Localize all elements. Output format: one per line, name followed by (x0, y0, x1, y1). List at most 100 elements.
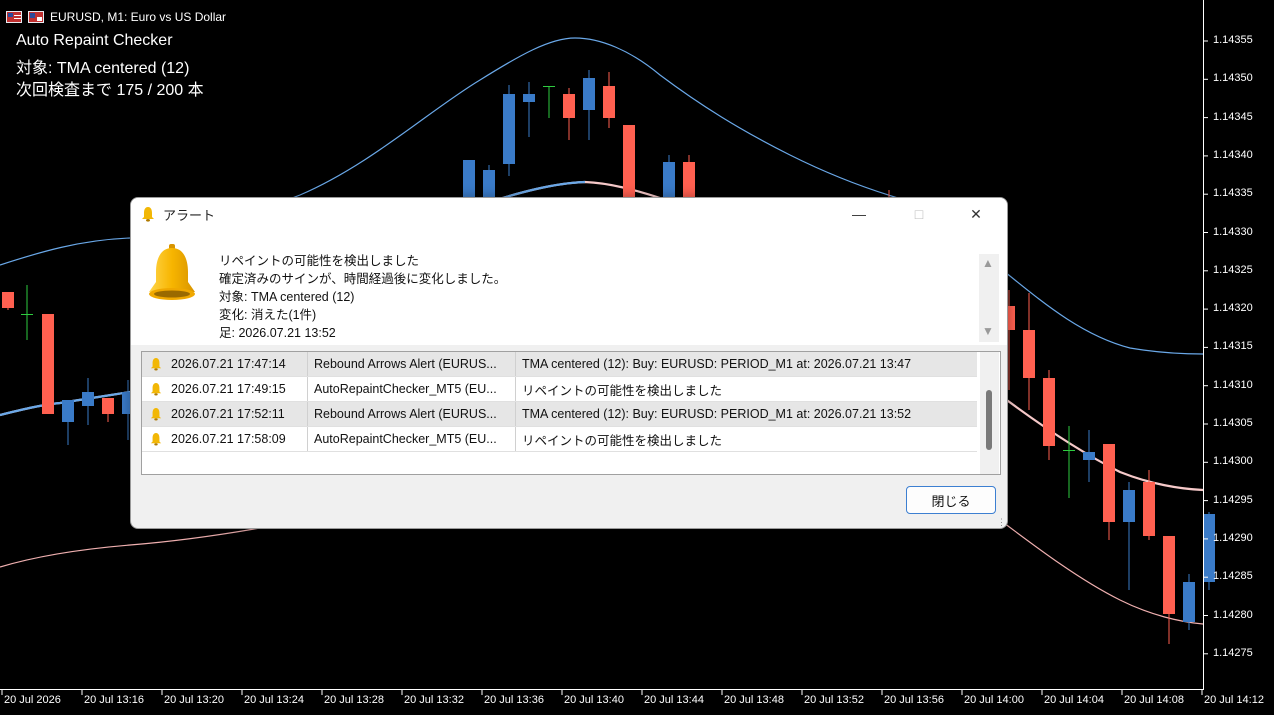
price-axis-label: 1.14345 (1213, 110, 1253, 123)
candle-body (1043, 378, 1055, 446)
alert-text: TMA centered (12): Buy: EURUSD: PERIOD_M… (522, 357, 912, 371)
alert-row[interactable]: 2026.07.21 17:58:09 AutoRepaintChecker_M… (142, 427, 977, 452)
alert-time: 2026.07.21 17:58:09 (171, 432, 286, 446)
bell-icon (150, 358, 162, 371)
alert-message-panel: リペイントの可能性を検出しました 確定済みのサインが、時間経過後に変化しました。… (131, 230, 1007, 345)
candle-body (1083, 452, 1095, 460)
scrollbar-thumb[interactable] (986, 390, 992, 450)
message-scrollbar[interactable]: ▲ ▼ (979, 254, 999, 342)
candle-body (603, 86, 615, 118)
candle-body (583, 78, 595, 110)
alert-list[interactable]: 2026.07.21 17:47:14 Rebound Arrows Alert… (141, 351, 1001, 475)
price-axis-label: 1.14330 (1213, 225, 1253, 238)
bell-icon (150, 433, 162, 446)
candle-body (1123, 490, 1135, 522)
candle-body (82, 392, 94, 406)
time-axis-label: 20 Jul 13:48 (724, 694, 784, 706)
price-axis-label: 1.14290 (1213, 531, 1253, 544)
candle-body (663, 162, 675, 200)
candle-body (21, 314, 33, 315)
resize-grip-icon[interactable]: ⋮ (997, 518, 1006, 527)
time-axis-label: 20 Jul 13:32 (404, 694, 464, 706)
time-axis-label: 20 Jul 13:28 (324, 694, 384, 706)
chart-window-title: EURUSD, M1: Euro vs US Dollar (6, 8, 226, 26)
candle-body (543, 86, 555, 87)
scroll-up-icon[interactable]: ▲ (982, 256, 994, 270)
minimize-button[interactable]: — (836, 198, 882, 230)
candle-body (1103, 444, 1115, 522)
symbol-title: EURUSD, M1: Euro vs US Dollar (50, 10, 227, 24)
alert-time: 2026.07.21 17:49:15 (171, 382, 286, 396)
alert-list-scrollbar[interactable] (980, 352, 999, 474)
time-axis-label: 20 Jul 14:12 (1204, 694, 1264, 706)
price-axis-label: 1.14340 (1213, 148, 1253, 161)
alert-time: 2026.07.21 17:52:11 (171, 407, 285, 421)
alert-source: AutoRepaintChecker_MT5 (EU... (308, 427, 516, 451)
message-line: 確定済みのサインが、時間経過後に変化しました。 (219, 272, 507, 286)
time-axis-label: 20 Jul 13:40 (564, 694, 624, 706)
time-axis-label: 20 Jul 13:24 (244, 694, 304, 706)
candle-body (1183, 582, 1195, 622)
time-axis-label: 20 Jul 13:20 (164, 694, 224, 706)
time-axis-label: 20 Jul 13:44 (644, 694, 704, 706)
candle-body (42, 314, 54, 414)
overlay-target: 対象: TMA centered (12) (16, 60, 190, 77)
price-axis-label: 1.14275 (1213, 646, 1253, 659)
overlay-title: Auto Repaint Checker (16, 32, 173, 49)
candle-body (623, 125, 635, 200)
candle-body (2, 292, 14, 308)
scroll-down-icon[interactable]: ▼ (982, 324, 994, 338)
alert-text: リペイントの可能性を検出しました (522, 383, 723, 398)
price-axis-label: 1.14280 (1213, 608, 1253, 621)
maximize-button[interactable]: □ (896, 198, 942, 230)
candle-body (62, 400, 74, 422)
bell-icon (142, 207, 154, 222)
alert-text: TMA centered (12): Buy: EURUSD: PERIOD_M… (522, 407, 912, 421)
time-axis-label: 20 Jul 13:36 (484, 694, 544, 706)
dialog-title: アラート (163, 207, 216, 223)
alert-row[interactable]: 2026.07.21 17:49:15 AutoRepaintChecker_M… (142, 377, 977, 402)
dialog-titlebar[interactable]: アラート — □ ✕ (131, 198, 1007, 230)
alert-source: AutoRepaintChecker_MT5 (EU... (308, 377, 516, 401)
price-axis-label: 1.14355 (1213, 34, 1253, 46)
price-axis-label: 1.14350 (1213, 72, 1253, 85)
candle-body (102, 398, 114, 414)
price-axis-label: 1.14295 (1213, 493, 1253, 506)
candle-body (563, 94, 575, 118)
alert-row[interactable]: 2026.07.21 17:47:14 Rebound Arrows Alert… (142, 352, 977, 377)
time-axis-label: 20 Jul 13:16 (84, 694, 144, 706)
candle-body (1143, 482, 1155, 536)
close-button[interactable]: 閉じる (906, 486, 996, 514)
eu-flag-icon (6, 11, 22, 23)
price-axis-label: 1.14315 (1213, 340, 1253, 353)
price-axis-label: 1.14305 (1213, 417, 1253, 429)
price-axis-label: 1.14325 (1213, 263, 1253, 276)
candle-body (483, 170, 495, 200)
price-axis-label: 1.14285 (1213, 570, 1253, 583)
alert-source: Rebound Arrows Alert (EURUS... (308, 352, 516, 376)
candle-body (523, 94, 535, 102)
alert-text: リペイントの可能性を検出しました (522, 433, 723, 448)
time-axis-label: 20 Jul 13:52 (804, 694, 864, 706)
message-line: 変化: 消えた(1件) (219, 308, 317, 322)
alert-row[interactable]: 2026.07.21 17:52:11 Rebound Arrows Alert… (142, 402, 977, 427)
close-window-button[interactable]: ✕ (953, 198, 999, 230)
us-flag-icon (28, 11, 44, 23)
price-axis-label: 1.14300 (1213, 455, 1253, 468)
bell-icon (150, 408, 162, 421)
price-axis-label: 1.14335 (1213, 187, 1253, 200)
bell-icon (150, 383, 162, 396)
candle-body (1023, 330, 1035, 378)
large-bell-icon (149, 244, 195, 300)
time-axis-label: 20 Jul 14:08 (1124, 694, 1184, 706)
time-axis-label: 20 Jul 2026 (4, 694, 61, 706)
overlay-next-check: 次回検査まで 175 / 200 本 (16, 82, 204, 99)
message-line: 足: 2026.07.21 13:52 (219, 326, 336, 340)
alert-time: 2026.07.21 17:47:14 (171, 357, 286, 371)
message-line: リペイントの可能性を検出しました (219, 254, 420, 268)
time-axis-label: 20 Jul 14:00 (964, 694, 1024, 706)
price-axis-label: 1.14310 (1213, 378, 1253, 391)
candle-body (1063, 450, 1075, 451)
candle-body (503, 94, 515, 164)
lower-band-line (0, 519, 1204, 625)
